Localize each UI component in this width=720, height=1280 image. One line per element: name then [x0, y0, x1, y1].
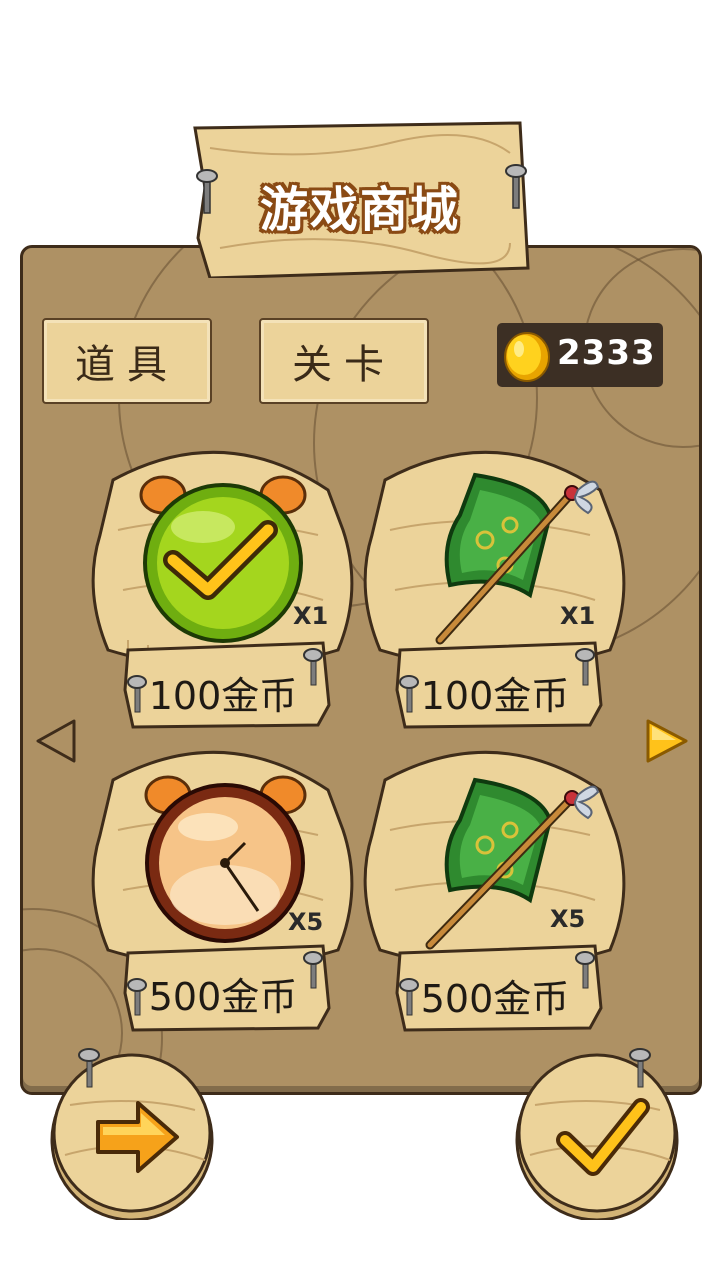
shop-item[interactable]: X1 100金币 [88, 440, 358, 740]
page-title: 游戏商城 [259, 182, 460, 238]
alarm-clock-icon [144, 775, 307, 943]
tab-levels[interactable]: 关卡 [259, 318, 429, 404]
item-price: 500金币 [148, 975, 298, 1019]
orange-arrow-right-icon [96, 1101, 179, 1173]
green-check-alarm-icon [139, 475, 307, 643]
triangle-right-icon[interactable] [642, 716, 692, 766]
shop-item[interactable]: X1 100金币 [360, 440, 630, 740]
confirm-button[interactable] [510, 1045, 685, 1222]
coin-counter: 2333 [497, 323, 663, 387]
tab-items[interactable]: 道具 [42, 318, 212, 404]
next-button[interactable] [45, 1045, 220, 1222]
coin-balance: 2333 [557, 333, 656, 373]
item-price: 500金币 [420, 977, 570, 1021]
shop-item[interactable]: X5 500金币 [88, 740, 358, 1040]
item-price: 100金币 [420, 674, 570, 718]
item-quantity: X1 [560, 602, 596, 630]
item-quantity: X5 [550, 905, 586, 933]
tab-label: 道具 [75, 342, 179, 388]
item-quantity: X1 [293, 602, 329, 630]
shop-item[interactable]: X5 500金币 [360, 740, 630, 1040]
triangle-left-icon[interactable] [32, 716, 82, 766]
yellow-check-icon [556, 1098, 650, 1176]
item-quantity: X5 [288, 908, 324, 936]
item-price: 100金币 [148, 674, 298, 718]
tab-label: 关卡 [292, 342, 396, 388]
gold-coin-icon [504, 332, 550, 382]
